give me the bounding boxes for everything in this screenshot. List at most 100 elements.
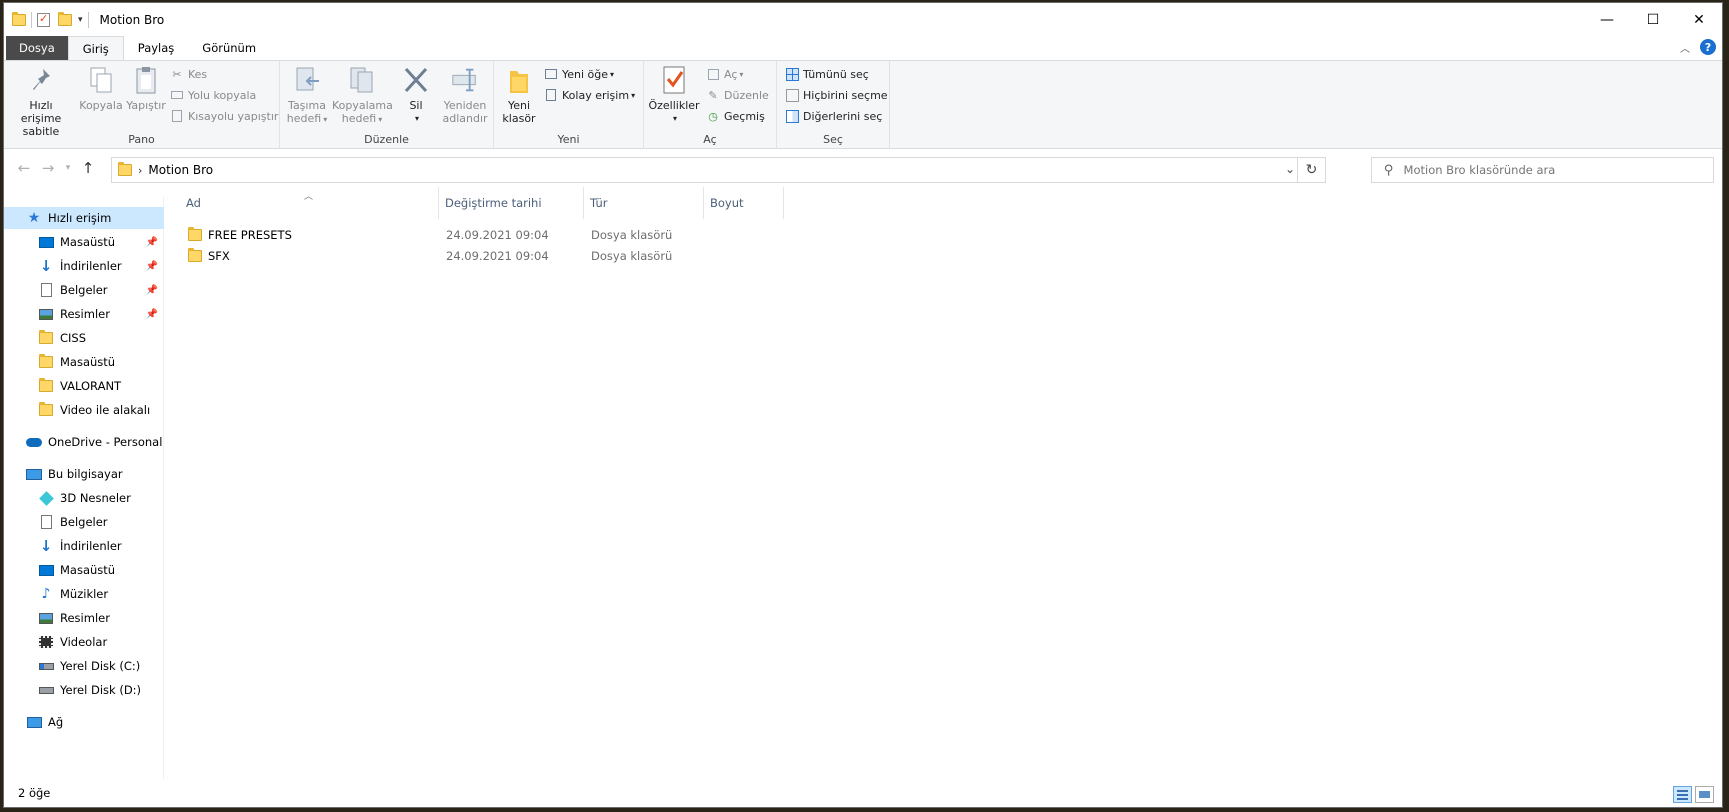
nav-item-disk-c[interactable]: Yerel Disk (C:) [4, 655, 164, 677]
help-icon[interactable]: ? [1700, 39, 1716, 55]
ribbon: Hızlı erişime sabitle Kopyala Yapıştır ✂… [4, 60, 1722, 149]
close-button[interactable]: ✕ [1676, 3, 1722, 36]
tab-giris[interactable]: Giriş [67, 36, 124, 60]
move-to-button[interactable]: Taşıma hedefi ▾ [284, 65, 330, 126]
address-dropdown-icon[interactable]: ⌄ [1285, 162, 1295, 176]
new-folder-icon[interactable] [58, 11, 72, 26]
nav-item-muzikler[interactable]: ♪ Müzikler [4, 583, 164, 605]
nav-item-belgeler[interactable]: Belgeler 📌 [4, 279, 164, 301]
paste-shortcut-button[interactable]: Kısayolu yapıştır [170, 109, 278, 123]
new-item-button[interactable]: Yeni öğe ▾ [544, 67, 614, 81]
search-icon: ⚲ [1384, 162, 1394, 178]
music-note-icon: ♪ [41, 586, 51, 602]
select-none-button[interactable]: Hiçbirini seçme [785, 88, 888, 102]
new-folder-button[interactable]: Yeni klasör [500, 65, 538, 125]
paste-button[interactable]: Yapıştır [124, 65, 168, 112]
column-header-type[interactable]: Tür [584, 187, 704, 219]
maximize-button[interactable]: ☐ [1630, 3, 1676, 36]
edit-button[interactable]: ✎ Düzenle [706, 88, 768, 102]
nav-item-ciss[interactable]: CISS [4, 327, 164, 349]
desktop-icon [38, 234, 54, 250]
nav-item-valorant[interactable]: VALORANT [4, 375, 164, 397]
tab-paylas[interactable]: Paylaş [124, 36, 189, 60]
new-item-icon [544, 67, 558, 81]
copy-to-button[interactable]: Kopyalama hedefi ▾ [332, 65, 393, 126]
tab-dosya[interactable]: Dosya [6, 36, 68, 60]
chevron-down-icon[interactable]: ▾ [78, 15, 83, 25]
pin-quick-access-button[interactable]: Hızlı erişime sabitle [10, 65, 72, 138]
search-input[interactable] [1403, 163, 1694, 177]
search-box[interactable]: ⚲ [1371, 157, 1714, 183]
folder-icon [188, 227, 202, 241]
nav-item-pc-indirilenler[interactable]: ↓ İndirilenler [4, 535, 164, 557]
nav-onedrive[interactable]: OneDrive - Personal [4, 431, 164, 453]
nav-item-video-ile-alakali[interactable]: Video ile alakalı [4, 399, 164, 421]
history-button[interactable]: ◷ Geçmiş [706, 109, 765, 123]
breadcrumb-motion-bro[interactable]: Motion Bro [148, 163, 213, 177]
breadcrumb-chevron-icon[interactable]: › [138, 164, 142, 177]
copy-button[interactable]: Kopyala [78, 65, 124, 112]
minimize-button[interactable]: — [1584, 3, 1630, 36]
open-button[interactable]: Aç ▾ [706, 67, 743, 81]
nav-this-pc[interactable]: Bu bilgisayar [4, 463, 164, 485]
details-view-button[interactable] [1673, 786, 1692, 803]
window-title: Motion Bro [99, 12, 165, 27]
delete-button[interactable]: Sil ▾ [398, 65, 434, 125]
select-all-button[interactable]: Tümünü seç [785, 67, 869, 81]
chevron-down-icon: ▾ [610, 69, 615, 79]
column-header-date[interactable]: Değiştirme tarihi [439, 187, 584, 219]
shortcut-icon [170, 109, 184, 123]
nav-network[interactable]: Ağ [4, 711, 164, 733]
select-all-icon [785, 67, 799, 81]
rename-icon [451, 65, 479, 95]
copy-path-button[interactable]: Yolu kopyala [170, 88, 256, 102]
large-icons-view-button[interactable] [1695, 786, 1714, 803]
copy-to-icon [348, 65, 376, 95]
table-row[interactable]: FREE PRESETS 24.09.2021 09:04 Dosya klas… [164, 225, 724, 245]
cloud-icon [26, 434, 42, 450]
nav-item-disk-d[interactable]: Yerel Disk (D:) [4, 679, 164, 701]
disk-drive-icon [38, 682, 54, 698]
folder-icon [38, 402, 54, 418]
up-arrow-icon[interactable]: ↑ [76, 159, 100, 177]
address-bar[interactable]: › Motion Bro ⌄ ↻ [111, 157, 1326, 183]
rename-button[interactable]: Yeniden adlandır [440, 65, 490, 125]
pictures-icon [38, 306, 54, 322]
pin-icon: 📌 [145, 236, 158, 248]
nav-item-resimler[interactable]: Resimler 📌 [4, 303, 164, 325]
chevron-down-icon: ▾ [672, 114, 677, 123]
file-name: SFX [208, 249, 230, 263]
nav-item-3d-nesneler[interactable]: 3D Nesneler [4, 487, 164, 509]
nav-item-indirilenler[interactable]: ↓ İndirilenler 📌 [4, 255, 164, 277]
easy-access-icon [544, 88, 558, 102]
nav-item-videolar[interactable]: Videolar [4, 631, 164, 653]
invert-selection-button[interactable]: Diğerlerini seç [785, 109, 882, 123]
collapse-ribbon-icon[interactable]: ︿ [1680, 40, 1690, 55]
nav-item-masaustu-folder[interactable]: Masaüstü [4, 351, 164, 373]
cut-button[interactable]: ✂ Kes [170, 67, 207, 81]
chevron-down-icon: ▾ [414, 114, 419, 123]
column-header-name[interactable]: Ad ︿ [164, 187, 439, 219]
quick-access-toolbar: ▾ [4, 3, 94, 36]
nav-item-pc-belgeler[interactable]: Belgeler [4, 511, 164, 533]
nav-item-pc-masaustu[interactable]: Masaüstü [4, 559, 164, 581]
forward-arrow-icon[interactable]: → [36, 159, 60, 177]
group-label-yeni: Yeni [557, 133, 580, 146]
column-header-size[interactable]: Boyut [704, 187, 784, 219]
tab-gorunum[interactable]: Görünüm [188, 36, 270, 60]
properties-icon[interactable] [37, 12, 50, 27]
properties-button[interactable]: Özellikler ▾ [648, 65, 700, 125]
refresh-icon[interactable]: ↻ [1297, 158, 1325, 182]
back-arrow-icon[interactable]: ← [12, 159, 36, 177]
group-yeni: Yeni klasör Yeni öğe ▾ Kolay erişim ▾ Yeni [494, 61, 644, 149]
nav-item-pc-resimler[interactable]: Resimler [4, 607, 164, 629]
easy-access-button[interactable]: Kolay erişim ▾ [544, 88, 635, 102]
navigation-bar: ← → ▾ ↑ › Motion Bro ⌄ ↻ ⚲ [4, 149, 1722, 187]
nav-item-masaustu[interactable]: Masaüstü 📌 [4, 231, 164, 253]
folder-icon [38, 354, 54, 370]
select-none-icon [785, 88, 799, 102]
copy-path-icon [170, 88, 184, 102]
recent-locations-chevron-icon[interactable]: ▾ [60, 163, 76, 173]
nav-quick-access[interactable]: ★ Hızlı erişim [4, 207, 164, 229]
table-row[interactable]: SFX 24.09.2021 09:04 Dosya klasörü [164, 246, 724, 266]
